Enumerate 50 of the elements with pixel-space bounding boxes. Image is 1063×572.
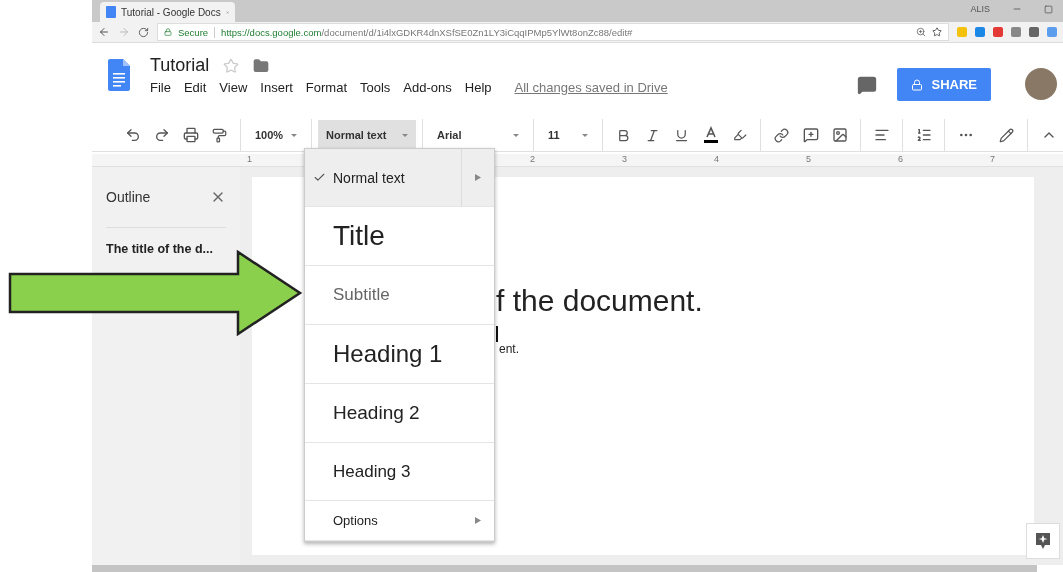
profile-name: ALIS xyxy=(970,4,990,14)
menu-item[interactable]: Edit xyxy=(183,80,207,95)
explore-button[interactable] xyxy=(1026,523,1060,559)
document-title[interactable]: Tutorial xyxy=(150,55,210,76)
menu-item[interactable]: Tools xyxy=(360,80,391,95)
style-select[interactable]: Normal text xyxy=(318,120,416,150)
ruler-number: 2 xyxy=(530,154,535,164)
submenu-arrow-icon xyxy=(475,517,481,524)
ruler-number: 5 xyxy=(806,154,811,164)
avatar[interactable] xyxy=(1025,68,1057,100)
save-status-link[interactable]: All changes saved in Drive xyxy=(514,80,668,95)
document-heading: f the document. xyxy=(496,284,704,318)
outline-item[interactable]: The title of the d... xyxy=(106,242,226,256)
address-bar[interactable]: Secure https://docs.google.com/document/d/1i4lxGDKR4dnXSfSE0Zn1LY3iCqqIPMp5YlWt8onZc88/edit# xyxy=(157,23,949,41)
text-cursor xyxy=(496,326,498,342)
docs-tab-icon xyxy=(106,6,116,18)
ruler-number: 6 xyxy=(898,154,903,164)
menu-item[interactable]: View xyxy=(219,80,248,95)
back-icon[interactable] xyxy=(98,26,110,38)
docs-logo-icon[interactable] xyxy=(108,59,130,91)
style-option[interactable]: Subtitle xyxy=(305,266,494,325)
lock-icon xyxy=(911,78,924,91)
style-option[interactable]: Heading 1 xyxy=(305,325,494,384)
style-option[interactable]: Title xyxy=(305,207,494,266)
menu-item[interactable]: Insert xyxy=(260,80,293,95)
document-text: ent. xyxy=(499,342,520,356)
style-option[interactable]: Heading 3 xyxy=(305,443,494,501)
menu-item[interactable]: Add-ons xyxy=(403,80,452,95)
ruler-number: 4 xyxy=(714,154,719,164)
ruler-number: 3 xyxy=(622,154,627,164)
style-option[interactable]: Heading 2 xyxy=(305,384,494,443)
comments-icon[interactable] xyxy=(857,75,878,95)
check-icon xyxy=(312,171,326,184)
font-size-select[interactable]: 11 xyxy=(540,120,596,150)
folder-icon[interactable] xyxy=(253,57,270,74)
share-button[interactable]: SHARE xyxy=(897,68,991,101)
menu-item[interactable]: Help xyxy=(464,80,492,95)
ruler-number: 1 xyxy=(247,154,252,164)
browser-tab[interactable]: Tutorial - Google Docs xyxy=(100,2,235,22)
sparkle-icon xyxy=(1035,532,1051,550)
star-icon[interactable] xyxy=(223,57,240,74)
style-option[interactable]: Normal text xyxy=(305,149,494,207)
menu-item[interactable]: File xyxy=(150,80,171,95)
ruler-number: 7 xyxy=(990,154,995,164)
submenu-arrow-icon xyxy=(475,174,481,181)
zoom-select[interactable]: 100% xyxy=(247,120,305,150)
outline-title: Outline xyxy=(106,189,151,205)
menu-item[interactable]: Format xyxy=(305,80,347,95)
options-menu-item[interactable]: Options xyxy=(305,501,494,541)
reload-icon[interactable] xyxy=(138,26,149,38)
